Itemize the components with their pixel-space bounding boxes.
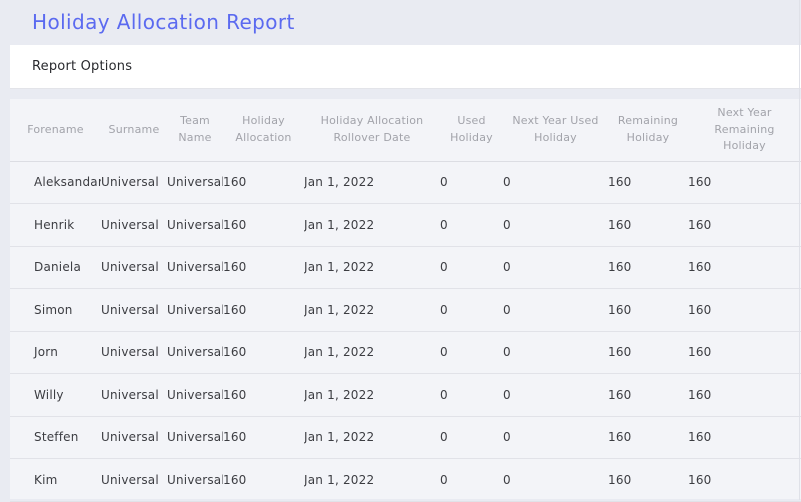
cell-remaining-holiday: 160 [608,331,688,374]
table-header: ForenameSurnameTeam NameHoliday Allocati… [10,99,801,161]
table-body: AleksandarUniversalUniversal160Jan 1, 20… [10,161,801,501]
cell-surname: Universal [101,204,167,247]
column-header-surname: Surname [101,99,167,161]
cell-forename: Simon [10,289,101,332]
cell-next-year-used-holiday: 0 [503,416,608,459]
cell-remaining-holiday: 160 [608,416,688,459]
cell-team-name: Universal [167,204,223,247]
cell-remaining-holiday: 160 [608,161,688,204]
cell-holiday-allocation: 160 [223,374,304,417]
report-options-label: Report Options [32,59,132,74]
column-header-holiday-allocation: Holiday Allocation [223,99,304,161]
cell-next-year-used-holiday: 0 [503,204,608,247]
table-header-row: ForenameSurnameTeam NameHoliday Allocati… [10,99,801,161]
right-edge-divider [799,0,800,500]
cell-team-name: Universal [167,416,223,459]
cell-used-holiday: 0 [440,289,503,332]
cell-holiday-allocation: 160 [223,416,304,459]
cell-surname: Universal [101,289,167,332]
cell-forename: Kim [10,459,101,502]
cell-surname: Universal [101,416,167,459]
cell-remaining-holiday: 160 [608,459,688,502]
table-row: DanielaUniversalUniversal160Jan 1, 20220… [10,246,801,289]
cell-holiday-allocation-rollover-date: Jan 1, 2022 [304,374,440,417]
cell-next-year-used-holiday: 0 [503,459,608,502]
cell-team-name: Universal [167,459,223,502]
cell-next-year-used-holiday: 0 [503,289,608,332]
column-header-next-year-used-holiday: Next Year Used Holiday [503,99,608,161]
cell-next-year-used-holiday: 0 [503,331,608,374]
cell-remaining-holiday: 160 [608,246,688,289]
cell-holiday-allocation: 160 [223,161,304,204]
report-table-card: ForenameSurnameTeam NameHoliday Allocati… [10,99,801,499]
cell-surname: Universal [101,459,167,502]
cell-next-year-remaining-holiday: 160 [688,161,801,204]
cell-holiday-allocation-rollover-date: Jan 1, 2022 [304,289,440,332]
table-row: JornUniversalUniversal160Jan 1, 20220016… [10,331,801,374]
holiday-allocation-report-page: Holiday Allocation Report Report Options… [0,0,801,499]
table-row: SteffenUniversalUniversal160Jan 1, 20220… [10,416,801,459]
cell-next-year-remaining-holiday: 160 [688,289,801,332]
cell-used-holiday: 0 [440,374,503,417]
cell-next-year-used-holiday: 0 [503,246,608,289]
column-header-team-name: Team Name [167,99,223,161]
cell-holiday-allocation-rollover-date: Jan 1, 2022 [304,246,440,289]
cell-remaining-holiday: 160 [608,289,688,332]
cell-next-year-used-holiday: 0 [503,161,608,204]
cell-surname: Universal [101,331,167,374]
table-row: KimUniversalUniversal160Jan 1, 202200160… [10,459,801,502]
cell-used-holiday: 0 [440,416,503,459]
column-header-holiday-allocation-rollover-date: Holiday Allocation Rollover Date [304,99,440,161]
cell-holiday-allocation-rollover-date: Jan 1, 2022 [304,331,440,374]
cell-team-name: Universal [167,246,223,289]
cell-holiday-allocation-rollover-date: Jan 1, 2022 [304,204,440,247]
table-row: AleksandarUniversalUniversal160Jan 1, 20… [10,161,801,204]
cell-team-name: Universal [167,161,223,204]
cell-team-name: Universal [167,331,223,374]
cell-holiday-allocation-rollover-date: Jan 1, 2022 [304,459,440,502]
cell-remaining-holiday: 160 [608,204,688,247]
cell-next-year-remaining-holiday: 160 [688,459,801,502]
cell-used-holiday: 0 [440,331,503,374]
cell-forename: Jorn [10,331,101,374]
cell-surname: Universal [101,161,167,204]
cell-next-year-remaining-holiday: 160 [688,246,801,289]
cell-forename: Steffen [10,416,101,459]
cell-forename: Henrik [10,204,101,247]
table-row: HenrikUniversalUniversal160Jan 1, 202200… [10,204,801,247]
cell-surname: Universal [101,246,167,289]
cell-holiday-allocation: 160 [223,246,304,289]
page-title: Holiday Allocation Report [0,0,801,35]
cell-used-holiday: 0 [440,161,503,204]
table-row: SimonUniversalUniversal160Jan 1, 2022001… [10,289,801,332]
cell-holiday-allocation: 160 [223,204,304,247]
cell-holiday-allocation: 160 [223,289,304,332]
cell-next-year-used-holiday: 0 [503,374,608,417]
column-header-next-year-remaining-holiday: Next Year Remaining Holiday [688,99,801,161]
cell-used-holiday: 0 [440,204,503,247]
cell-used-holiday: 0 [440,459,503,502]
column-header-remaining-holiday: Remaining Holiday [608,99,688,161]
cell-team-name: Universal [167,374,223,417]
cell-holiday-allocation-rollover-date: Jan 1, 2022 [304,161,440,204]
cell-forename: Willy [10,374,101,417]
cell-next-year-remaining-holiday: 160 [688,416,801,459]
cell-holiday-allocation-rollover-date: Jan 1, 2022 [304,416,440,459]
cell-remaining-holiday: 160 [608,374,688,417]
cell-used-holiday: 0 [440,246,503,289]
table-row: WillyUniversalUniversal160Jan 1, 2022001… [10,374,801,417]
cell-forename: Aleksandar [10,161,101,204]
cell-forename: Daniela [10,246,101,289]
cell-team-name: Universal [167,289,223,332]
column-header-used-holiday: Used Holiday [440,99,503,161]
report-table: ForenameSurnameTeam NameHoliday Allocati… [10,99,801,502]
cell-next-year-remaining-holiday: 160 [688,204,801,247]
cell-next-year-remaining-holiday: 160 [688,331,801,374]
cell-next-year-remaining-holiday: 160 [688,374,801,417]
cell-holiday-allocation: 160 [223,331,304,374]
cell-holiday-allocation: 160 [223,459,304,502]
cell-surname: Universal [101,374,167,417]
report-options-panel-header[interactable]: Report Options [10,45,801,89]
column-header-forename: Forename [10,99,101,161]
